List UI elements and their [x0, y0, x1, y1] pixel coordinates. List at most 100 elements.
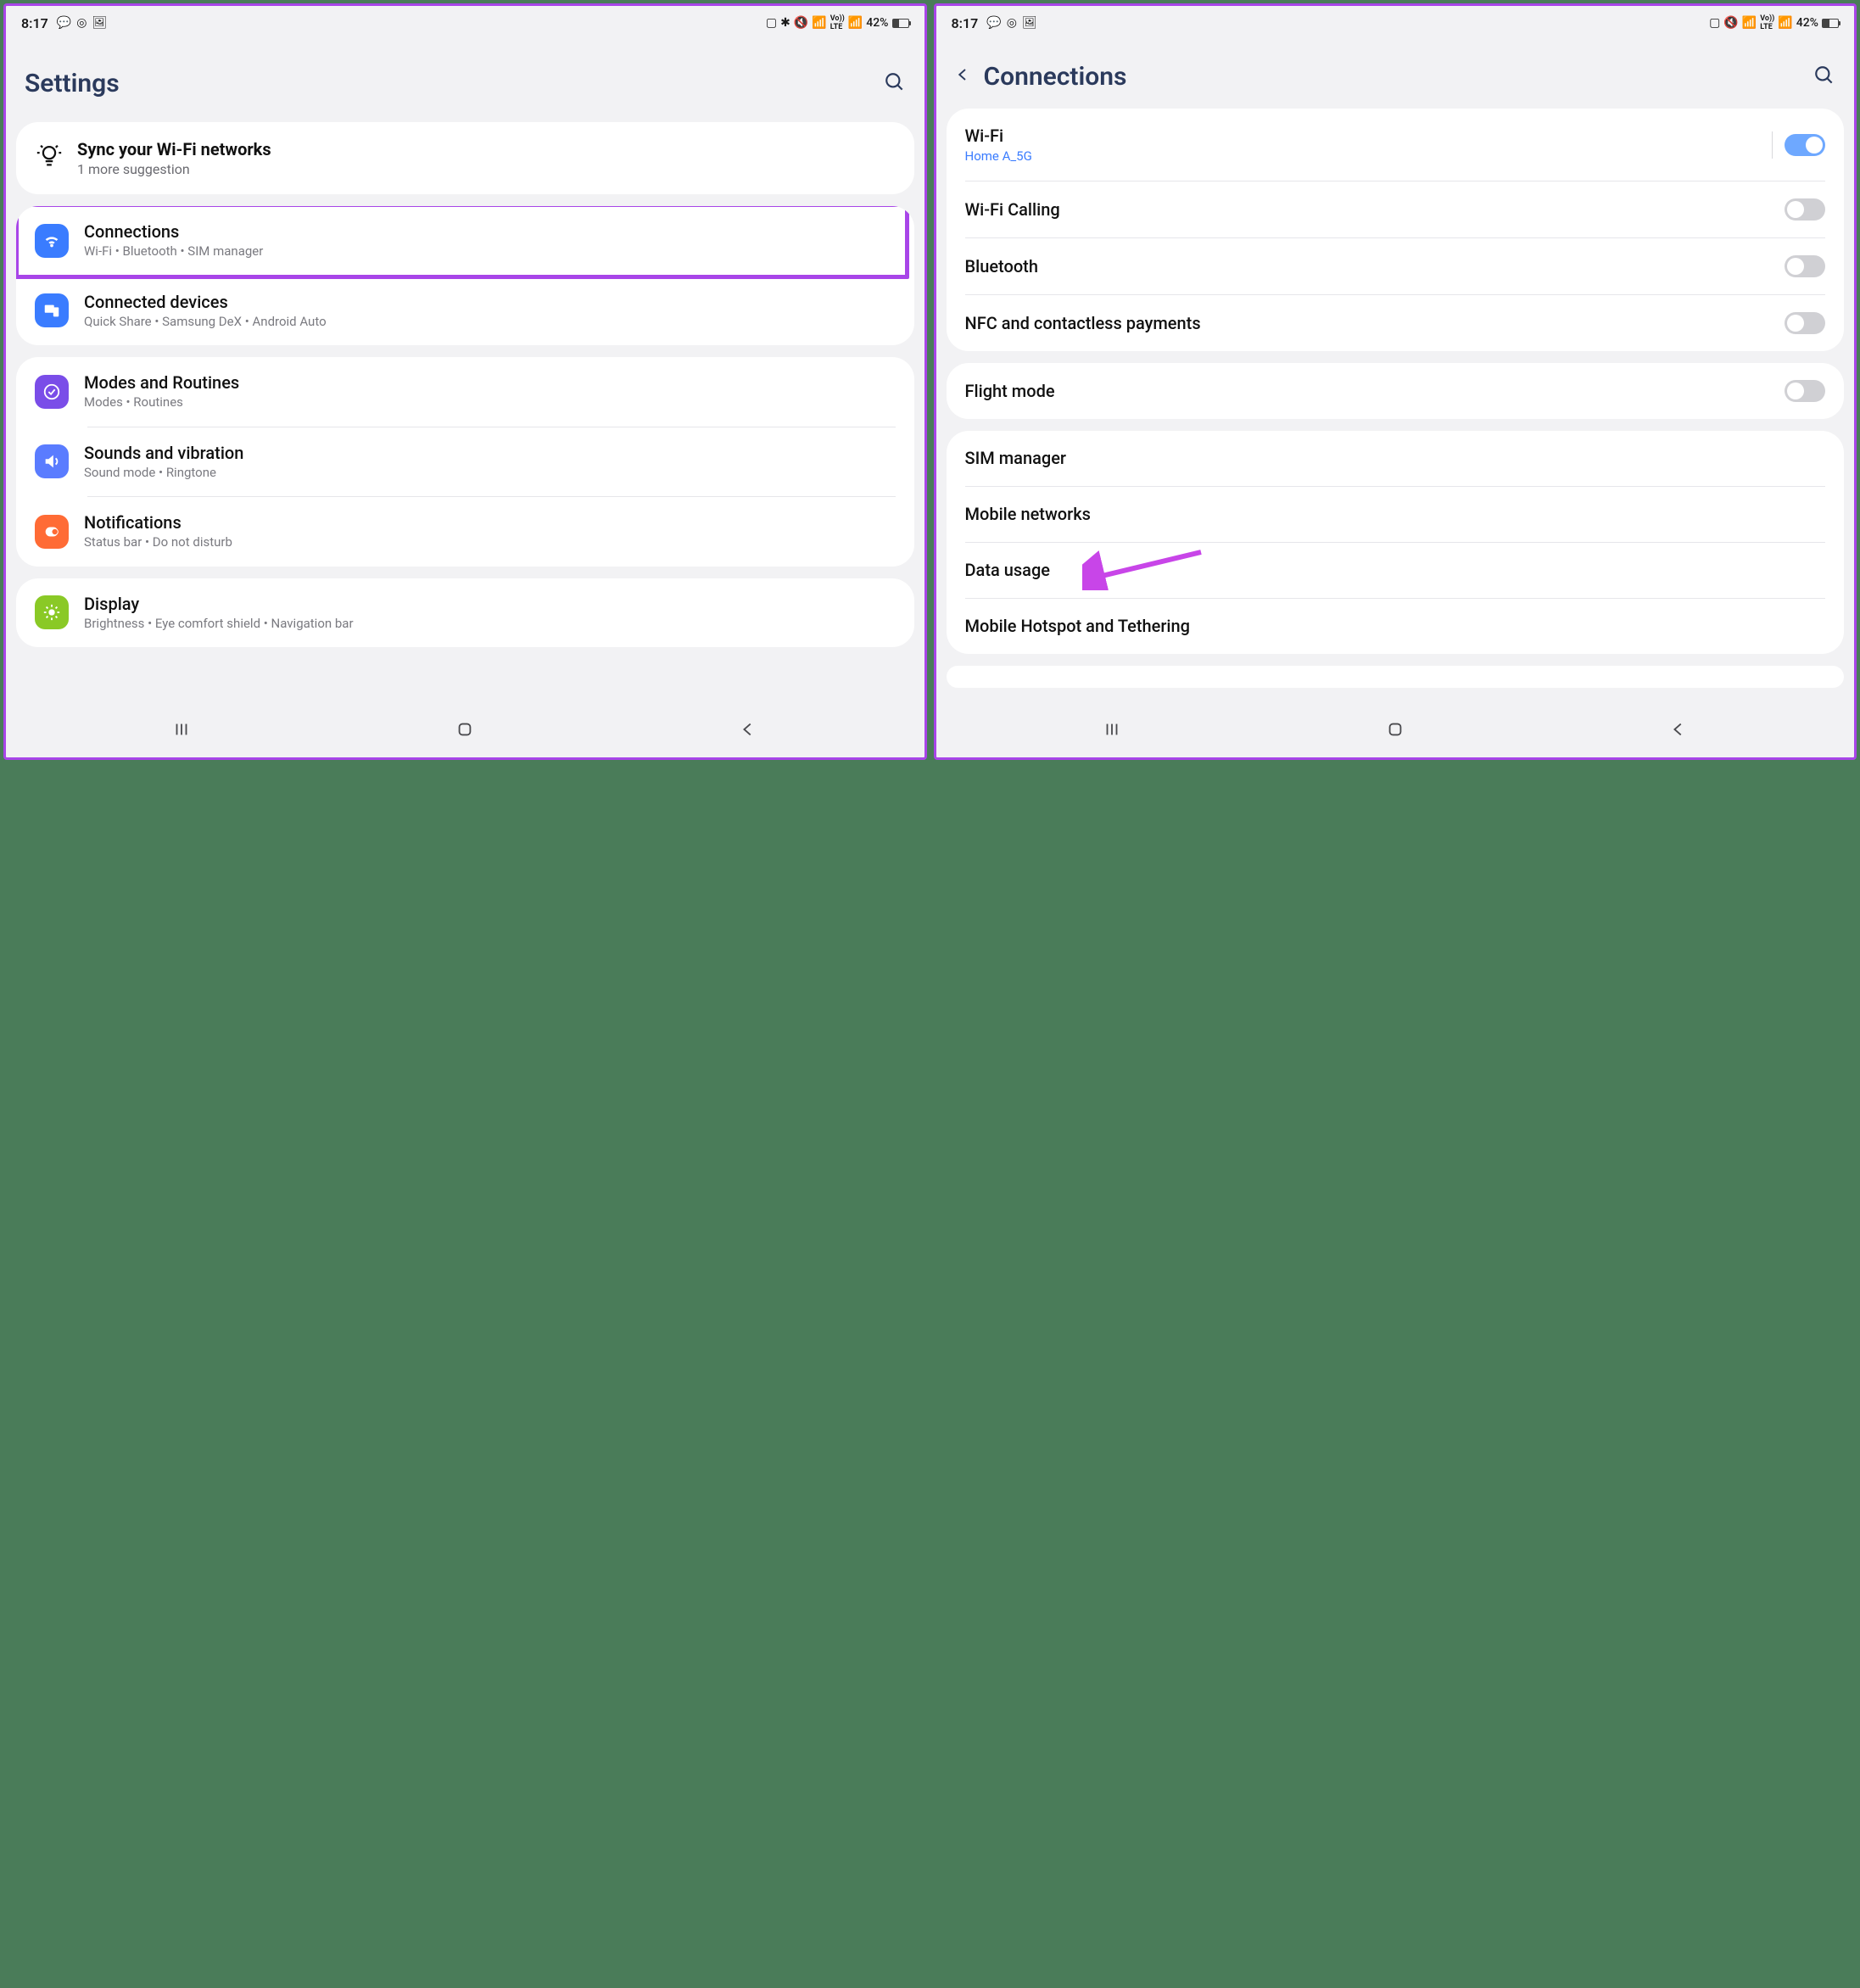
- nav-back[interactable]: [739, 720, 757, 742]
- arrow-annotation: [1082, 548, 1209, 594]
- toggle-bluetooth[interactable]: [1785, 255, 1825, 277]
- bluetooth-icon: ✱: [780, 16, 790, 30]
- display-icon: [35, 595, 69, 629]
- wifi-icon: [35, 224, 69, 258]
- settings-header: Settings: [6, 36, 924, 122]
- row-title: Modes and Routines: [84, 372, 896, 393]
- settings-row-sounds-and-vibration[interactable]: Sounds and vibration Sound mode • Ringto…: [16, 427, 914, 497]
- conn-title: Mobile Hotspot and Tethering: [965, 616, 1826, 637]
- settings-row-modes-and-routines[interactable]: Modes and Routines Modes • Routines: [16, 357, 914, 427]
- toggle-flight-mode[interactable]: [1785, 380, 1825, 402]
- nav-bar: [936, 708, 1855, 757]
- row-subtitle: Modes • Routines: [84, 394, 896, 411]
- row-title: Sounds and vibration: [84, 443, 896, 463]
- battery-icon: [1822, 19, 1839, 28]
- phone-connections: 8:17 💬 ◎ 🖼 ▢ 🔇 📶 Vo))LTE 📶 42% Connectio…: [934, 3, 1857, 760]
- conn-subtitle: Home A_5G: [965, 148, 1761, 164]
- conn-row-flight-mode[interactable]: Flight mode: [947, 363, 1845, 419]
- battery-saver-icon: ▢: [1709, 16, 1720, 30]
- back-button[interactable]: [955, 63, 970, 92]
- connections-group: Wi-FiHome A_5G Wi-Fi Calling Bluetooth NFC …: [947, 109, 1845, 351]
- partial-card: [947, 666, 1845, 688]
- connections-group: SIM manager Mobile networks Data usage Mobi…: [947, 431, 1845, 654]
- conn-row-wi-fi[interactable]: Wi-FiHome A_5G: [947, 109, 1845, 181]
- settings-row-connected-devices[interactable]: Connected devices Quick Share • Samsung …: [16, 276, 914, 346]
- nav-home[interactable]: [455, 720, 474, 742]
- row-subtitle: Quick Share • Samsung DeX • Android Auto: [84, 314, 896, 331]
- nav-bar: [6, 708, 924, 757]
- row-subtitle: Wi-Fi • Bluetooth • SIM manager: [84, 243, 896, 260]
- battery-saver-icon: ▢: [766, 16, 777, 30]
- settings-row-display[interactable]: Display Brightness • Eye comfort shield …: [16, 578, 914, 648]
- tip-card[interactable]: Sync your Wi-Fi networks 1 more suggesti…: [16, 122, 914, 194]
- instagram-icon: ◎: [76, 16, 87, 30]
- row-title: Display: [84, 594, 896, 614]
- toggle-nfc-and-contactless-payments[interactable]: [1785, 312, 1825, 334]
- toggle-wi-fi[interactable]: [1785, 134, 1825, 156]
- settings-group: Display Brightness • Eye comfort shield …: [16, 578, 914, 648]
- chat-icon: 💬: [986, 16, 1001, 30]
- mute-icon: 🔇: [794, 16, 808, 30]
- volte-icon: Vo))LTE: [830, 14, 845, 31]
- row-subtitle: Brightness • Eye comfort shield • Naviga…: [84, 616, 896, 633]
- row-title: Connected devices: [84, 292, 896, 312]
- page-title: Connections: [984, 62, 1801, 92]
- conn-row-mobile-networks[interactable]: Mobile networks: [947, 487, 1845, 542]
- settings-row-connections[interactable]: Connections Wi-Fi • Bluetooth • SIM mana…: [16, 206, 914, 276]
- connections-group: Flight mode: [947, 363, 1845, 419]
- sound-icon: [35, 444, 69, 478]
- tip-title: Sync your Wi-Fi networks: [77, 139, 896, 159]
- wifi-icon: 📶: [812, 16, 826, 30]
- page-title: Settings: [25, 69, 870, 98]
- conn-row-data-usage[interactable]: Data usage: [947, 543, 1845, 598]
- settings-row-notifications[interactable]: Notifications Status bar • Do not distur…: [16, 497, 914, 567]
- separator: [1772, 131, 1773, 159]
- status-time: 8:17: [21, 15, 48, 31]
- row-subtitle: Status bar • Do not disturb: [84, 534, 896, 551]
- row-title: Connections: [84, 221, 896, 242]
- conn-title: Mobile networks: [965, 504, 1826, 525]
- status-bar: 8:17 💬 ◎ 🖼 ▢ 🔇 📶 Vo))LTE 📶 42%: [936, 6, 1855, 36]
- settings-content[interactable]: Sync your Wi-Fi networks 1 more suggesti…: [6, 122, 924, 708]
- nav-recents[interactable]: [1103, 720, 1121, 742]
- search-button[interactable]: [1813, 64, 1835, 90]
- image-icon: 🖼: [1022, 16, 1037, 30]
- battery-percent: 42%: [1796, 16, 1818, 30]
- image-icon: 🖼: [92, 16, 107, 30]
- conn-title: Flight mode: [965, 381, 1773, 402]
- toggle-wi-fi-calling[interactable]: [1785, 198, 1825, 221]
- instagram-icon: ◎: [1007, 16, 1017, 30]
- nav-back[interactable]: [1669, 720, 1688, 742]
- signal-icon: 📶: [848, 16, 863, 30]
- conn-title: SIM manager: [965, 448, 1826, 469]
- mute-icon: 🔇: [1723, 16, 1738, 30]
- search-button[interactable]: [884, 71, 906, 97]
- conn-title: Bluetooth: [965, 256, 1773, 277]
- connections-header: Connections: [936, 36, 1855, 109]
- conn-row-sim-manager[interactable]: SIM manager: [947, 431, 1845, 486]
- signal-icon: 📶: [1778, 16, 1792, 30]
- nav-recents[interactable]: [172, 720, 191, 742]
- status-time: 8:17: [952, 15, 979, 31]
- chat-icon: 💬: [57, 16, 71, 30]
- connections-content[interactable]: Wi-FiHome A_5G Wi-Fi Calling Bluetooth NFC …: [936, 109, 1855, 708]
- conn-row-bluetooth[interactable]: Bluetooth: [947, 238, 1845, 294]
- nav-home[interactable]: [1386, 720, 1405, 742]
- conn-row-wi-fi-calling[interactable]: Wi-Fi Calling: [947, 181, 1845, 237]
- settings-group: Modes and Routines Modes • Routines Soun…: [16, 357, 914, 567]
- conn-row-mobile-hotspot-and-tethering[interactable]: Mobile Hotspot and Tethering: [947, 599, 1845, 654]
- battery-percent: 42%: [866, 16, 888, 30]
- notif-icon: [35, 515, 69, 549]
- phone-settings: 8:17 💬 ◎ 🖼 ▢ ✱ 🔇 📶 Vo))LTE 📶 42% Setting…: [3, 3, 927, 760]
- conn-row-nfc-and-contactless-payments[interactable]: NFC and contactless payments: [947, 295, 1845, 351]
- conn-title: Wi-Fi: [965, 126, 1761, 147]
- lightbulb-icon: [35, 141, 64, 176]
- settings-group: Connections Wi-Fi • Bluetooth • SIM mana…: [16, 206, 914, 345]
- row-subtitle: Sound mode • Ringtone: [84, 465, 896, 482]
- status-bar: 8:17 💬 ◎ 🖼 ▢ ✱ 🔇 📶 Vo))LTE 📶 42%: [6, 6, 924, 36]
- battery-icon: [892, 19, 909, 28]
- modes-icon: [35, 375, 69, 409]
- row-title: Notifications: [84, 512, 896, 533]
- conn-title: NFC and contactless payments: [965, 313, 1773, 334]
- conn-title: Wi-Fi Calling: [965, 199, 1773, 221]
